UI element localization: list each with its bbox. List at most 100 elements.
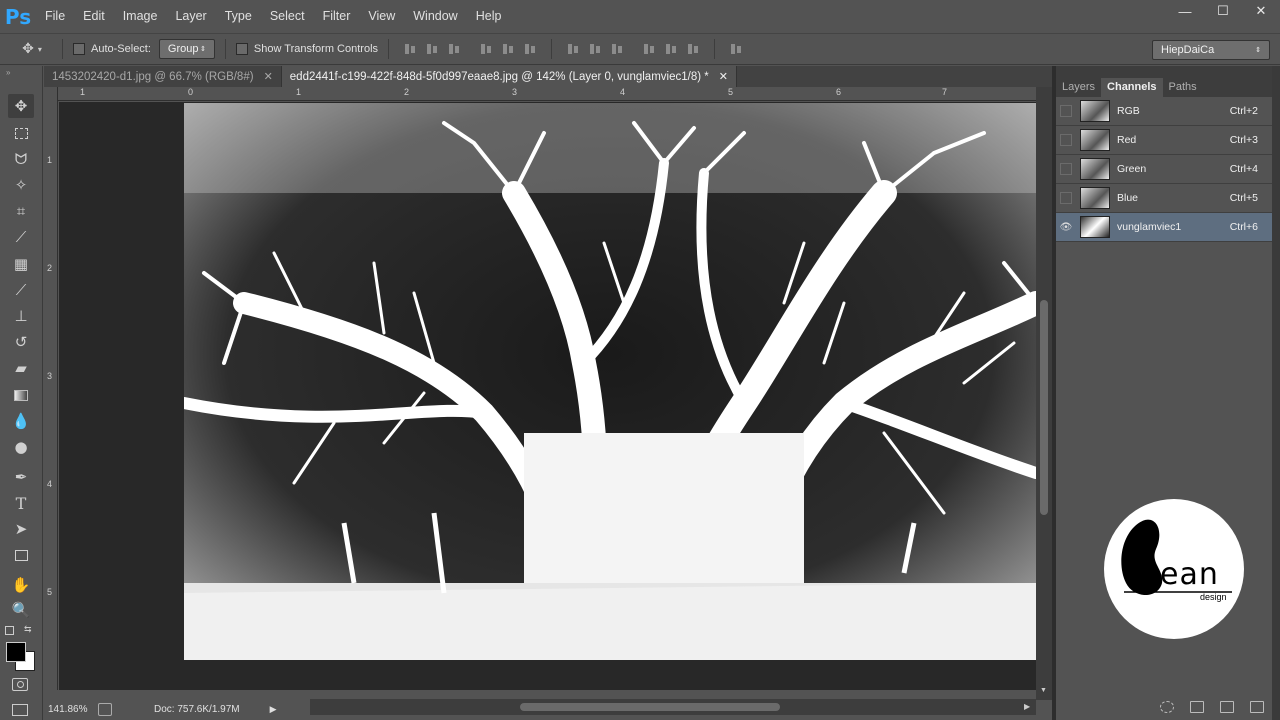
move-tool-icon[interactable]: ✥ xyxy=(8,94,34,118)
separator xyxy=(551,39,553,59)
trash-icon[interactable] xyxy=(1250,701,1264,713)
swap-colors-icon[interactable]: ⇆ xyxy=(24,624,32,635)
distribute-top-icon[interactable] xyxy=(566,42,580,56)
tab-paths[interactable]: Paths xyxy=(1163,78,1203,97)
vertical-scroll-thumb[interactable] xyxy=(1040,300,1048,515)
document-image[interactable] xyxy=(184,103,1036,660)
close-button[interactable]: ✕ xyxy=(1242,0,1280,22)
zoom-tool-icon[interactable]: 🔍 xyxy=(8,598,34,622)
move-tool-preset-icon[interactable]: ✥ ▾ xyxy=(12,37,52,61)
clone-stamp-tool-icon[interactable]: ⊥ xyxy=(8,304,34,328)
channel-row-blue[interactable]: Blue Ctrl+5 xyxy=(1056,184,1272,213)
path-selection-tool-icon[interactable]: ➤ xyxy=(8,517,34,541)
crop-tool-icon[interactable]: ⌗ xyxy=(8,199,34,223)
menu-bar: Ps File Edit Image Layer Type Select Fil… xyxy=(0,0,1280,33)
ruler-label: 2 xyxy=(404,87,410,97)
minimize-button[interactable]: — xyxy=(1166,0,1204,22)
channel-row-vunglamviec1[interactable]: 👁 vunglamviec1 Ctrl+6 xyxy=(1056,213,1272,242)
visibility-toggle[interactable] xyxy=(1060,163,1072,175)
visibility-toggle[interactable] xyxy=(1060,105,1072,117)
vertical-ruler[interactable]: 1 2 3 4 5 xyxy=(44,87,58,690)
align-bottom-icon[interactable] xyxy=(447,42,461,56)
zoom-level[interactable]: 141.86% xyxy=(48,704,94,715)
status-menu-arrow-icon[interactable]: ▶ xyxy=(270,704,277,715)
foreground-color-swatch[interactable] xyxy=(6,642,26,662)
workspace-dropdown[interactable]: HiepDaiCa ⇕ xyxy=(1152,40,1270,60)
horizontal-ruler[interactable]: 1 0 1 2 3 4 5 6 7 xyxy=(58,87,1036,101)
align-hcenter-icon[interactable] xyxy=(501,42,515,56)
menu-view[interactable]: View xyxy=(359,0,404,33)
magic-wand-tool-icon[interactable]: ✧ xyxy=(8,173,34,197)
menu-file[interactable]: File xyxy=(36,0,74,33)
eye-icon[interactable]: 👁 xyxy=(1060,221,1073,233)
menu-type[interactable]: Type xyxy=(216,0,261,33)
channel-row-red[interactable]: Red Ctrl+3 xyxy=(1056,126,1272,155)
visibility-toggle[interactable] xyxy=(1060,192,1072,204)
brush-tool-icon[interactable]: ⟋ xyxy=(8,278,34,302)
gradient-tool-icon[interactable] xyxy=(8,383,34,407)
auto-select-checkbox[interactable] xyxy=(73,43,85,55)
distribute-left-icon[interactable] xyxy=(642,42,656,56)
inverted-baobab-image xyxy=(184,103,1036,660)
rectangle-tool-icon[interactable] xyxy=(8,543,34,567)
menu-layer[interactable]: Layer xyxy=(166,0,215,33)
scroll-down-arrow-icon[interactable]: ▼ xyxy=(1040,687,1047,694)
blur-tool-icon[interactable]: 💧 xyxy=(8,409,34,433)
ruler-label: 3 xyxy=(512,87,518,97)
visibility-toggle[interactable] xyxy=(1060,134,1072,146)
healing-brush-tool-icon[interactable]: ▦ xyxy=(8,252,34,276)
new-channel-icon[interactable] xyxy=(1220,701,1234,713)
hand-tool-icon[interactable]: ✋ xyxy=(8,573,34,597)
channel-row-rgb[interactable]: RGB Ctrl+2 xyxy=(1056,97,1272,126)
auto-align-icon[interactable] xyxy=(729,42,743,56)
tab-layers[interactable]: Layers xyxy=(1056,78,1101,97)
dropdown-arrows-icon: ⇕ xyxy=(1255,47,1261,54)
pen-tool-icon[interactable]: ✒ xyxy=(8,465,34,489)
menu-help[interactable]: Help xyxy=(467,0,511,33)
align-left-icon[interactable] xyxy=(479,42,493,56)
tab-channels[interactable]: Channels xyxy=(1101,78,1163,97)
quick-mask-icon[interactable] xyxy=(12,678,28,691)
maximize-button[interactable]: ☐ xyxy=(1204,0,1242,22)
align-vcenter-icon[interactable] xyxy=(425,42,439,56)
eyedropper-tool-icon[interactable]: ⟋ xyxy=(8,225,34,249)
panel-footer xyxy=(1056,698,1272,716)
ruler-label: 6 xyxy=(836,87,842,97)
menu-window[interactable]: Window xyxy=(404,0,466,33)
save-selection-icon[interactable] xyxy=(1190,701,1204,713)
eraser-tool-icon[interactable]: ▰ xyxy=(8,356,34,380)
type-tool-icon[interactable]: T xyxy=(8,491,34,515)
channel-row-green[interactable]: Green Ctrl+4 xyxy=(1056,155,1272,184)
menu-edit[interactable]: Edit xyxy=(74,0,114,33)
horizontal-scroll-thumb[interactable] xyxy=(520,703,780,711)
marquee-tool-icon[interactable] xyxy=(8,121,34,145)
menu-select[interactable]: Select xyxy=(261,0,314,33)
menu-filter[interactable]: Filter xyxy=(314,0,360,33)
dodge-tool-icon[interactable]: ● xyxy=(8,435,34,459)
default-colors-icon[interactable] xyxy=(5,626,14,635)
align-top-icon[interactable] xyxy=(403,42,417,56)
collapse-strip[interactable] xyxy=(1272,66,1280,720)
distribute-bottom-icon[interactable] xyxy=(610,42,624,56)
channel-shortcut: Ctrl+3 xyxy=(1229,134,1258,146)
tab-document-1[interactable]: 1453202420-d1.jpg @ 66.7% (RGB/8#) ✕ xyxy=(44,66,282,87)
history-brush-tool-icon[interactable]: ↺ xyxy=(8,330,34,354)
distribute-hcenter-icon[interactable] xyxy=(664,42,678,56)
auto-select-dropdown[interactable]: Group ⇕ xyxy=(158,39,215,59)
screen-mode-icon[interactable] xyxy=(12,704,28,716)
tab-close-icon[interactable]: ✕ xyxy=(264,70,273,83)
ruler-label: 5 xyxy=(47,587,53,597)
tab-document-2[interactable]: edd2441f-c199-422f-848d-5f0d997eaae8.jpg… xyxy=(281,66,737,87)
lasso-tool-icon[interactable]: ᗢ xyxy=(8,147,34,171)
distribute-right-icon[interactable] xyxy=(686,42,700,56)
document-info-icon[interactable] xyxy=(98,702,112,716)
load-selection-icon[interactable] xyxy=(1160,701,1174,713)
channel-thumbnail xyxy=(1080,216,1110,238)
distribute-vcenter-icon[interactable] xyxy=(588,42,602,56)
panel-collapse-icon[interactable]: » xyxy=(6,68,10,77)
align-right-icon[interactable] xyxy=(523,42,537,56)
tab-close-icon[interactable]: ✕ xyxy=(719,70,728,83)
menu-image[interactable]: Image xyxy=(114,0,167,33)
scroll-right-arrow-icon[interactable]: ▶ xyxy=(1024,702,1030,711)
show-transform-checkbox[interactable] xyxy=(235,43,248,55)
